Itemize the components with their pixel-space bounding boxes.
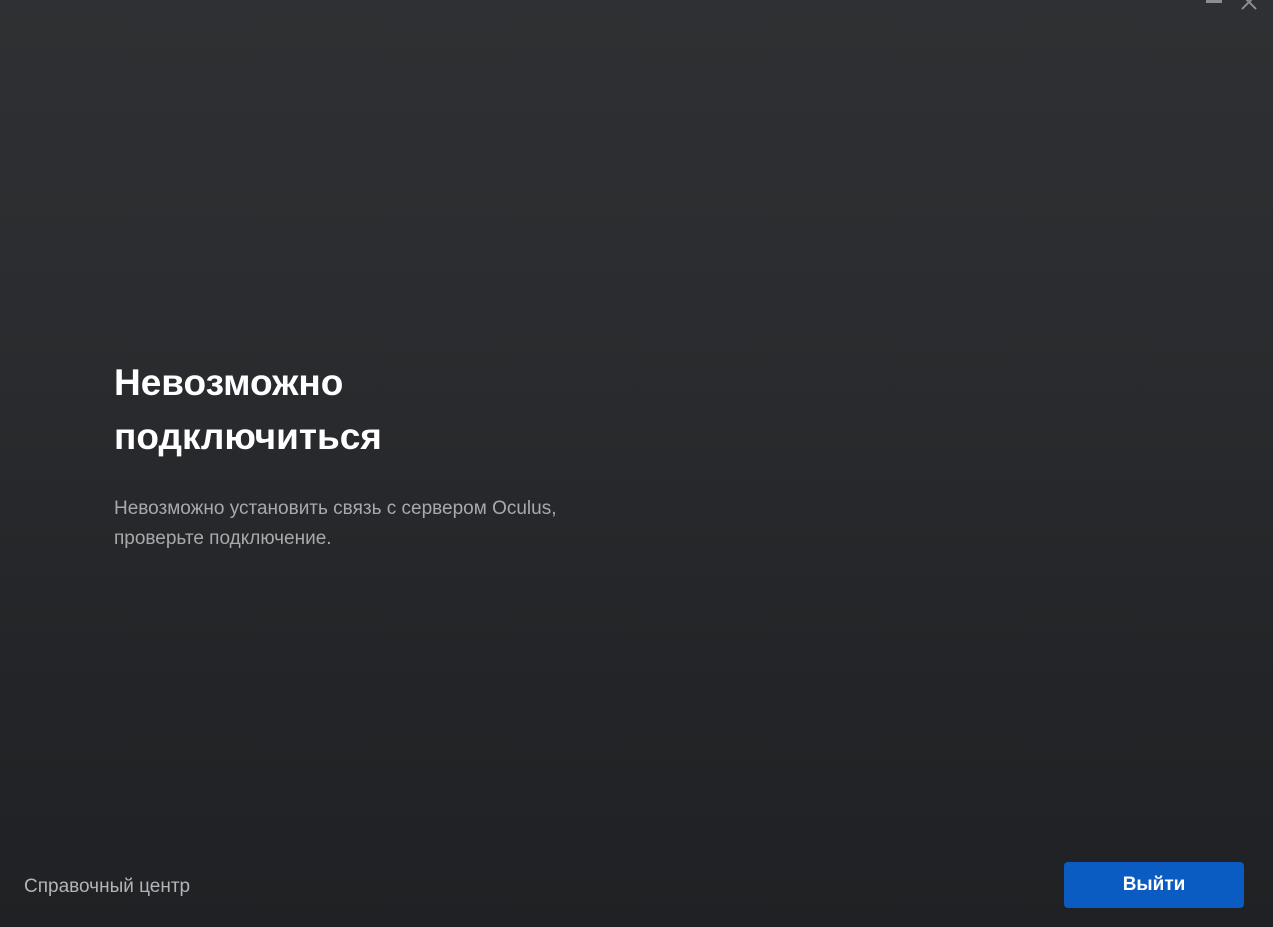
minimize-button[interactable] bbox=[1181, 0, 1227, 14]
help-center-link[interactable]: Справочный центр bbox=[24, 874, 190, 900]
minimize-icon bbox=[1206, 0, 1222, 3]
close-icon bbox=[1239, 0, 1259, 12]
close-button[interactable] bbox=[1227, 0, 1273, 14]
error-description: Невозможно установить связь с сервером O… bbox=[114, 498, 557, 549]
exit-button[interactable]: Выйти bbox=[1064, 862, 1244, 908]
window-controls bbox=[1181, 0, 1273, 14]
error-title: Невозможно подключиться bbox=[114, 362, 382, 457]
error-message-panel: Невозможно подключиться Невозможно устан… bbox=[114, 356, 634, 554]
